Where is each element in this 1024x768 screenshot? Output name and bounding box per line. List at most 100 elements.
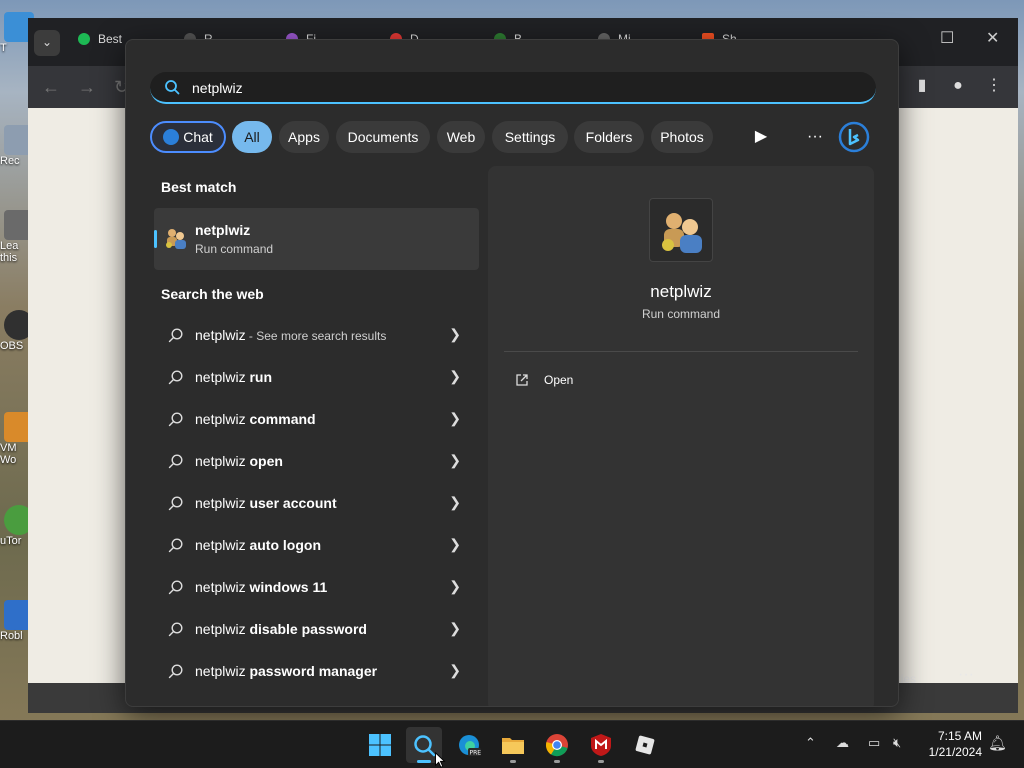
- web-result-label: netplwiz disable password: [195, 621, 367, 637]
- search-panel: Chat All Apps Documents Web Settings Fol…: [125, 39, 899, 707]
- show-hidden-icons-chevron-icon[interactable]: ⌃: [805, 735, 816, 751]
- filter-photos[interactable]: Photos: [651, 121, 713, 153]
- divider: [504, 351, 858, 352]
- clock[interactable]: 7:15 AM 1/21/2024: [929, 728, 982, 760]
- search-icon: [165, 80, 180, 95]
- file-explorer-icon: [502, 738, 524, 754]
- web-result-item[interactable]: netplwiz password manager ❯: [154, 652, 479, 690]
- side-panel-icon[interactable]: ▮: [911, 75, 933, 97]
- filter-chat[interactable]: Chat: [150, 121, 226, 153]
- taskbar: PRE ⌃ ☁ ▭ 🔇︎ 7:15 AM 1/21/2024 🔔︎: [0, 720, 1024, 768]
- clock-time: 7:15 AM: [937, 729, 982, 743]
- web-result-label: netplwiz - See more search results: [195, 327, 387, 343]
- web-result-label: netplwiz command: [195, 411, 316, 427]
- chevron-right-icon: ❯: [449, 410, 461, 426]
- chevron-right-icon: ❯: [449, 662, 461, 678]
- web-result-item[interactable]: netplwiz auto logon ❯: [154, 526, 479, 564]
- chevron-right-icon: ❯: [449, 536, 461, 552]
- chevron-right-icon: ❯: [449, 620, 461, 636]
- chrome-icon: [545, 734, 568, 757]
- chevron-right-icon: ❯: [449, 326, 461, 342]
- search-icon: [168, 580, 183, 595]
- search-input[interactable]: [192, 77, 832, 99]
- profile-icon[interactable]: ●: [947, 75, 969, 97]
- menu-icon[interactable]: ⋮: [983, 75, 1005, 97]
- maximize-icon[interactable]: ☐: [940, 28, 954, 48]
- chevron-right-icon: ❯: [449, 494, 461, 510]
- volume-muted-icon[interactable]: 🔇︎: [893, 735, 901, 751]
- preview-app-icon: [649, 198, 713, 262]
- preview-name: netplwiz: [650, 282, 712, 301]
- user-accounts-icon: [662, 213, 702, 253]
- more-options-icon[interactable]: ···: [958, 666, 974, 684]
- filter-all[interactable]: All: [232, 121, 272, 153]
- web-result-item[interactable]: netplwiz windows 11 ❯: [154, 568, 479, 606]
- notification-bell-icon[interactable]: 🔔︎: [988, 734, 1007, 752]
- network-icon[interactable]: ▭: [868, 735, 880, 751]
- running-indicator: [554, 760, 560, 763]
- taskbar-edge[interactable]: PRE: [451, 727, 487, 763]
- search-icon: [168, 538, 183, 553]
- web-result-item[interactable]: netplwiz run ❯: [154, 358, 479, 396]
- user-accounts-icon: [166, 229, 186, 249]
- search-icon: [168, 664, 183, 679]
- filter-folders[interactable]: Folders: [574, 121, 644, 153]
- mcafee-icon: [591, 734, 611, 756]
- filter-apps[interactable]: Apps: [279, 121, 329, 153]
- open-external-icon: [516, 374, 528, 386]
- tab-favicon-icon: [78, 33, 90, 45]
- search-icon: [414, 735, 436, 757]
- taskbar-chrome[interactable]: [539, 727, 575, 763]
- search-web-heading: Search the web: [161, 286, 264, 302]
- web-result-label: netplwiz password manager: [195, 663, 378, 679]
- tab-search-button[interactable]: ⌄: [34, 30, 60, 56]
- clock-date: 1/21/2024: [928, 745, 982, 759]
- web-result-item[interactable]: netplwiz - See more search results ❯: [154, 316, 479, 354]
- forward-icon[interactable]: →: [78, 77, 96, 98]
- bing-chat-icon: [163, 129, 180, 145]
- search-icon: [168, 412, 183, 427]
- web-result-item[interactable]: netplwiz command ❯: [154, 400, 479, 438]
- mouse-cursor-icon: [435, 752, 446, 768]
- more-filters-play-icon[interactable]: ▶: [745, 121, 777, 153]
- start-button[interactable]: [362, 727, 398, 763]
- web-result-label: netplwiz user account: [195, 495, 337, 511]
- taskbar-roblox[interactable]: [627, 727, 663, 763]
- onedrive-icon[interactable]: ☁: [836, 735, 849, 751]
- filter-settings[interactable]: Settings: [492, 121, 568, 153]
- svg-text:PRE: PRE: [470, 750, 482, 757]
- more-options-button[interactable]: ···: [799, 121, 831, 153]
- web-result-label: netplwiz run: [195, 369, 273, 385]
- filter-documents[interactable]: Documents: [336, 121, 430, 153]
- running-indicator: [598, 760, 604, 763]
- chevron-right-icon: ❯: [449, 578, 461, 594]
- best-match-type: Run command: [195, 242, 274, 256]
- browser-tab[interactable]: Best: [78, 32, 122, 46]
- filter-web[interactable]: Web: [437, 121, 485, 153]
- web-result-item[interactable]: netplwiz open ❯: [154, 442, 479, 480]
- taskbar-file-explorer[interactable]: [495, 727, 531, 763]
- preview-pane: netplwiz Run command Open: [488, 166, 874, 706]
- web-result-label: netplwiz auto logon: [195, 537, 322, 553]
- open-label: Open: [544, 373, 574, 387]
- best-match-item[interactable]: netplwiz Run command: [154, 208, 479, 270]
- chevron-right-icon: ❯: [449, 452, 461, 468]
- search-icon: [168, 496, 183, 511]
- taskbar-mcafee[interactable]: [583, 727, 619, 763]
- selection-indicator: [154, 230, 157, 248]
- back-icon[interactable]: ←: [42, 77, 60, 98]
- search-icon: [168, 622, 183, 637]
- search-icon: [168, 328, 183, 343]
- bing-icon[interactable]: [838, 121, 870, 153]
- best-match-name: netplwiz: [195, 222, 251, 238]
- windows-start-icon: [369, 734, 391, 756]
- web-result-item[interactable]: netplwiz disable password ❯: [154, 610, 479, 648]
- running-indicator: [510, 760, 516, 763]
- search-icon: [168, 454, 183, 469]
- active-indicator: [417, 760, 431, 763]
- web-result-item[interactable]: netplwiz user account ❯: [154, 484, 479, 522]
- chevron-right-icon: ❯: [449, 368, 461, 384]
- web-result-label: netplwiz open: [195, 453, 283, 469]
- search-box[interactable]: [150, 72, 876, 104]
- close-icon[interactable]: ✕: [986, 28, 999, 48]
